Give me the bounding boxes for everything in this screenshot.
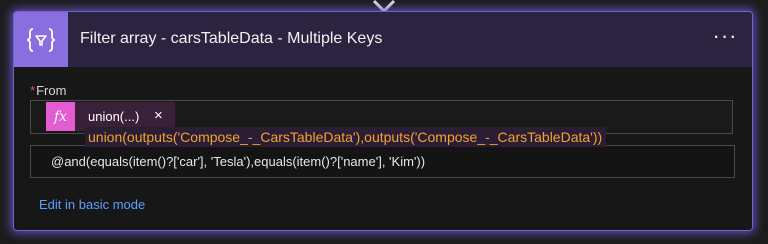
card-header[interactable]: Filter array - carsTableData - Multiple … — [14, 12, 752, 67]
filter-array-action-card[interactable]: Filter array - carsTableData - Multiple … — [14, 12, 752, 230]
condition-expression-input[interactable]: @and(equals(item()?['car'], 'Tesla'),equ… — [30, 145, 735, 178]
from-label-text: From — [36, 83, 67, 98]
card-body: *From fx union(...) × @and(equals(item()… — [14, 67, 752, 230]
edit-in-basic-mode-link[interactable]: Edit in basic mode — [39, 197, 145, 212]
required-asterisk: * — [30, 83, 36, 98]
token-expression-tooltip: union(outputs('Compose_-_CarsTableData')… — [85, 127, 607, 147]
token-remove-button[interactable]: × — [154, 108, 163, 124]
canvas: Filter array - carsTableData - Multiple … — [0, 0, 768, 244]
card-title: Filter array - carsTableData - Multiple … — [80, 30, 383, 47]
token-label: union(...) — [88, 109, 140, 124]
filter-array-braces-icon — [14, 12, 68, 67]
function-fx-icon: fx — [46, 102, 75, 131]
from-field-label: *From — [30, 83, 66, 98]
more-options-button[interactable]: ··· — [710, 25, 740, 50]
